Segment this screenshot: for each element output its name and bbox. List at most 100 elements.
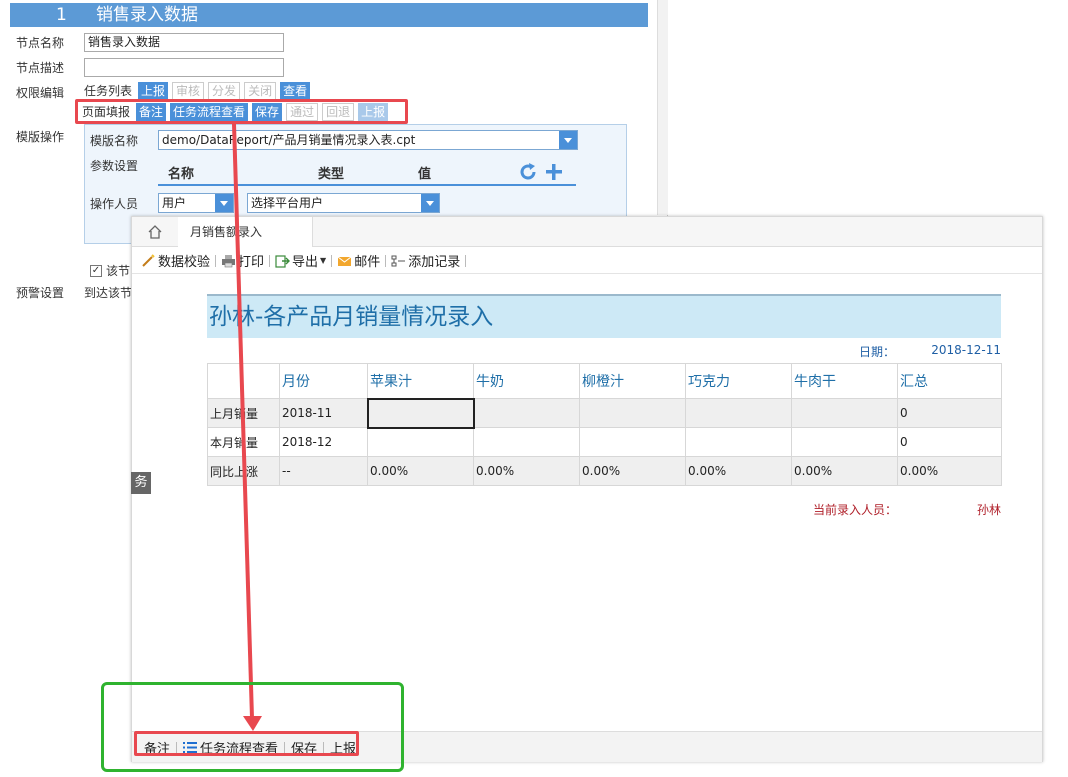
tpl-name-label: 模版名称 bbox=[90, 134, 139, 148]
report-window: 月销售额录入 数据校验 打印 导出 ▼ 邮件 添加记录 孙林-各产品月销量情况录… bbox=[131, 216, 1043, 762]
table-header-cell: 柳橙汁 bbox=[579, 363, 686, 399]
table-row: 上月销量 2018-11 0 bbox=[207, 397, 1002, 429]
month-cell: 2018-11 bbox=[279, 398, 368, 428]
recorder-value: 孙林 bbox=[976, 503, 1001, 517]
home-icon[interactable] bbox=[146, 223, 164, 241]
perm-edit-label: 权限编辑 bbox=[16, 86, 65, 100]
operator-type-value: 用户 bbox=[162, 196, 187, 210]
entry-cell[interactable] bbox=[791, 398, 898, 428]
param-table-header: 名称 类型 值 bbox=[158, 160, 576, 186]
caret-down-icon: ▼ bbox=[320, 256, 327, 265]
row-label-cell: 上月销量 bbox=[207, 398, 280, 428]
export-icon bbox=[275, 254, 291, 268]
entry-cell[interactable] bbox=[579, 427, 686, 457]
table-header-cell: 牛奶 bbox=[473, 363, 580, 399]
entry-cell[interactable] bbox=[473, 427, 580, 457]
table-header-cell: 汇总 bbox=[897, 363, 1002, 399]
chevron-down-icon[interactable] bbox=[421, 194, 439, 212]
growth-cell: 0.00% bbox=[791, 456, 898, 486]
task-distribute-button[interactable]: 分发 bbox=[208, 82, 241, 100]
template-select-value: demo/DataReport/产品月销量情况录入表.cpt bbox=[162, 133, 416, 147]
node-name-label: 节点名称 bbox=[16, 36, 65, 50]
table-header-row: 月份 苹果汁 牛奶 柳橙汁 巧克力 牛肉干 汇总 bbox=[207, 363, 1002, 399]
print-label: 打印 bbox=[238, 255, 265, 270]
operator-type-select[interactable]: 用户 bbox=[158, 193, 234, 213]
node-checkbox-label: 该节 bbox=[106, 264, 131, 278]
entry-cell[interactable] bbox=[685, 398, 792, 428]
node-checkbox-row[interactable]: ✓ 该节 bbox=[90, 262, 130, 279]
growth-cell: 0.00% bbox=[685, 456, 792, 486]
task-list-buttons: 任务列表 上报 审核 分发 关闭 查看 bbox=[84, 82, 311, 100]
side-task-tab[interactable]: 务 bbox=[131, 472, 151, 494]
node-name-input[interactable]: 销售录入数据 bbox=[84, 33, 284, 52]
entry-cell-selected[interactable] bbox=[366, 397, 475, 429]
task-close-button[interactable]: 关闭 bbox=[244, 82, 277, 100]
task-review-button[interactable]: 审核 bbox=[172, 82, 205, 100]
task-view-button[interactable]: 查看 bbox=[280, 82, 311, 100]
node-title: 销售录入数据 bbox=[96, 5, 198, 25]
recorder-label: 当前录入人员： bbox=[813, 503, 898, 517]
chevron-down-icon[interactable] bbox=[215, 194, 233, 212]
tpl-op-label: 模版操作 bbox=[16, 130, 65, 144]
date-row: 日期： 2018-12-11 bbox=[207, 343, 1001, 361]
row-label-cell: 本月销量 bbox=[207, 427, 280, 457]
table-header-cell: 牛肉干 bbox=[791, 363, 898, 399]
refresh-icon[interactable] bbox=[518, 162, 538, 182]
report-title: 孙林-各产品月销量情况录入 bbox=[207, 294, 1001, 338]
export-label: 导出 bbox=[292, 255, 319, 270]
report-toolbar: 数据校验 打印 导出 ▼ 邮件 添加记录 bbox=[132, 248, 1042, 274]
param-col-type: 类型 bbox=[318, 167, 345, 182]
task-report-button[interactable]: 上报 bbox=[138, 82, 169, 100]
tab-bar: 月销售额录入 bbox=[132, 217, 1042, 247]
param-label: 参数设置 bbox=[90, 159, 139, 173]
row-label-cell: 同比上涨 bbox=[207, 456, 280, 486]
add-record-label: 添加记录 bbox=[408, 255, 461, 270]
month-cell: -- bbox=[279, 456, 368, 486]
wand-icon bbox=[142, 253, 155, 267]
vertical-scrollbar[interactable] bbox=[657, 0, 668, 215]
entry-cell[interactable] bbox=[367, 427, 474, 457]
chevron-down-icon[interactable] bbox=[559, 131, 577, 149]
platform-user-select[interactable]: 选择平台用户 bbox=[247, 193, 440, 213]
growth-cell: 0.00% bbox=[579, 456, 686, 486]
entry-cell[interactable] bbox=[579, 398, 686, 428]
checkbox-checked-icon[interactable]: ✓ bbox=[90, 264, 102, 277]
tab-monthly-sales[interactable]: 月销售额录入 bbox=[178, 217, 314, 247]
node-header: 1 销售录入数据 bbox=[10, 3, 648, 27]
node-desc-label: 节点描述 bbox=[16, 61, 65, 75]
operator-label: 操作人员 bbox=[90, 197, 139, 211]
add-record-icon bbox=[391, 255, 406, 266]
param-col-name: 名称 bbox=[168, 167, 195, 182]
table-header-cell: 月份 bbox=[279, 363, 368, 399]
add-record-button[interactable]: 添加记录 bbox=[386, 251, 465, 270]
month-cell: 2018-12 bbox=[279, 427, 368, 457]
growth-cell: 0.00% bbox=[897, 456, 1002, 486]
template-select[interactable]: demo/DataReport/产品月销量情况录入表.cpt bbox=[158, 130, 578, 150]
entry-cell[interactable] bbox=[685, 427, 792, 457]
print-button[interactable]: 打印 bbox=[216, 251, 269, 270]
entry-cell[interactable] bbox=[473, 398, 580, 428]
export-button[interactable]: 导出 ▼ bbox=[270, 251, 331, 270]
table-header-cell: 苹果汁 bbox=[367, 363, 474, 399]
mail-icon bbox=[337, 256, 352, 266]
validate-label: 数据校验 bbox=[158, 255, 211, 270]
param-col-value: 值 bbox=[418, 167, 432, 182]
date-label: 日期： bbox=[859, 345, 896, 359]
growth-cell: 0.00% bbox=[367, 456, 474, 486]
growth-cell: 0.00% bbox=[473, 456, 580, 486]
date-value: 2018-12-11 bbox=[931, 343, 1001, 357]
toolbar-divider bbox=[465, 254, 467, 267]
mail-button[interactable]: 邮件 bbox=[332, 251, 385, 270]
task-list-label: 任务列表 bbox=[84, 84, 133, 98]
page-buttons-highlight bbox=[75, 99, 408, 124]
table-header-cell bbox=[207, 363, 280, 399]
total-cell: 0 bbox=[897, 398, 1002, 428]
node-desc-input[interactable] bbox=[84, 58, 284, 77]
validate-button[interactable]: 数据校验 bbox=[136, 251, 215, 270]
entry-cell[interactable] bbox=[791, 427, 898, 457]
sales-entry-table: 月份 苹果汁 牛奶 柳橙汁 巧克力 牛肉干 汇总 上月销量 2018-11 0 … bbox=[207, 363, 1002, 486]
platform-user-value: 选择平台用户 bbox=[251, 196, 324, 210]
mail-label: 邮件 bbox=[354, 255, 381, 270]
footer-area-highlight bbox=[101, 682, 404, 772]
add-icon[interactable] bbox=[544, 162, 564, 182]
